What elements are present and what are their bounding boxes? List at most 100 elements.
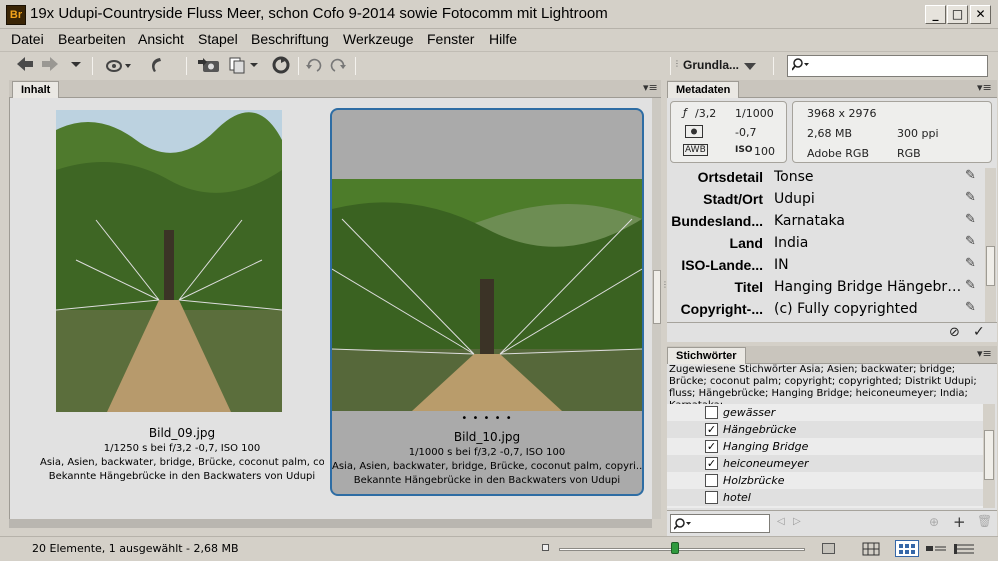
new-keyword-icon[interactable]: + bbox=[953, 513, 966, 531]
thumbnail-filename: Bild_09.jpg bbox=[148, 426, 216, 440]
menu-fenster[interactable]: Fenster bbox=[427, 31, 474, 47]
keyword-checkbox[interactable]: ✓ bbox=[705, 423, 718, 436]
keywords-panel: Stichwörter ▾≡ Zugewiesene Stichwörter A… bbox=[667, 346, 997, 536]
keyword-checkbox[interactable] bbox=[705, 491, 718, 504]
rating-dots[interactable]: • • • • • bbox=[332, 413, 642, 424]
keyword-checkbox[interactable]: ✓ bbox=[705, 457, 718, 470]
metadata-value[interactable]: Tonse bbox=[774, 169, 962, 185]
dimensions-value: 3968 x 2976 bbox=[807, 107, 877, 120]
menu-beschriftung[interactable]: Beschriftung bbox=[251, 31, 329, 47]
back-arrow-icon[interactable] bbox=[16, 56, 34, 76]
thumbnail-card-selected[interactable]: • • • • • Bild_10.jpg 1/1000 s bei f/3,2… bbox=[330, 108, 644, 496]
grid-lock-icon[interactable] bbox=[862, 542, 880, 559]
scrollbar-thumb[interactable] bbox=[986, 246, 995, 286]
aperture-icon: ƒ bbox=[683, 106, 687, 119]
search-input[interactable] bbox=[787, 55, 988, 77]
history-dropdown-icon[interactable] bbox=[68, 56, 84, 76]
forward-arrow-icon[interactable] bbox=[41, 56, 59, 76]
menu-bearbeiten[interactable]: Bearbeiten bbox=[58, 31, 126, 47]
pencil-icon[interactable]: ✎ bbox=[965, 212, 976, 227]
content-vertical-scrollbar[interactable] bbox=[652, 98, 661, 519]
panel-menu-icon[interactable]: ▾≡ bbox=[977, 81, 992, 94]
zoom-out-icon[interactable] bbox=[542, 544, 549, 551]
keyword-checkbox[interactable] bbox=[705, 474, 718, 487]
metadata-row-land: Land India ✎ bbox=[667, 232, 985, 254]
keyword-scrollbar[interactable] bbox=[983, 404, 995, 508]
exposure-value: -0,7 bbox=[735, 126, 757, 139]
view-list-icon[interactable] bbox=[953, 542, 975, 559]
content-panel: Inhalt ▾≡ Bild_09.jpg 1/1250 s bei f/3,2… bbox=[9, 80, 661, 536]
pencil-icon[interactable]: ✎ bbox=[965, 300, 976, 315]
rotate-left-icon[interactable] bbox=[305, 56, 323, 76]
slider-thumb[interactable] bbox=[670, 542, 679, 554]
reveal-recent-icon[interactable] bbox=[104, 56, 132, 76]
maximize-button[interactable]: □ bbox=[947, 5, 968, 24]
minimize-button[interactable]: _ bbox=[925, 5, 946, 24]
keyword-label: Holzbrücke bbox=[723, 474, 785, 487]
pencil-icon[interactable]: ✎ bbox=[965, 278, 976, 293]
keyword-item[interactable]: ✓ Hängebrücke bbox=[667, 421, 983, 438]
menu-werkzeuge[interactable]: Werkzeuge bbox=[343, 31, 414, 47]
thumbnail-image[interactable] bbox=[332, 179, 642, 411]
iso-label: ISO bbox=[735, 145, 753, 155]
metadata-value[interactable]: Karnataka bbox=[774, 213, 962, 229]
new-subkeyword-icon[interactable]: ⊕ bbox=[929, 515, 939, 529]
keyword-checkbox[interactable]: ✓ bbox=[705, 440, 718, 453]
metadata-row-bundesland: Bundesland... Karnataka ✎ bbox=[667, 210, 985, 232]
thumbnail-card[interactable]: Bild_09.jpg 1/1250 s bei f/3,2 -0,7, ISO… bbox=[40, 106, 324, 492]
thumbnail-image[interactable] bbox=[56, 110, 282, 412]
menu-ansicht[interactable]: Ansicht bbox=[138, 31, 184, 47]
rotate-right-icon[interactable] bbox=[329, 56, 347, 76]
next-keyword-icon[interactable]: ▷ bbox=[793, 516, 801, 527]
rotate-photoshop-icon[interactable] bbox=[271, 56, 291, 76]
grip-icon[interactable]: ⋮ bbox=[673, 59, 681, 68]
get-photos-camera-icon[interactable] bbox=[197, 56, 221, 76]
previous-keyword-icon[interactable]: ◁ bbox=[777, 516, 785, 527]
scrollbar-thumb[interactable] bbox=[984, 430, 994, 480]
metadata-value[interactable]: Hanging Bridge Hängebrück... bbox=[774, 279, 962, 295]
boomerang-icon[interactable] bbox=[146, 56, 166, 76]
close-button[interactable]: ✕ bbox=[970, 5, 991, 24]
keywords-tabstrip: Stichwörter ▾≡ bbox=[667, 346, 997, 364]
bridge-app-icon[interactable]: Br bbox=[6, 5, 26, 25]
panel-menu-icon[interactable]: ▾≡ bbox=[977, 347, 992, 360]
content-horizontal-scrollbar[interactable] bbox=[9, 519, 652, 528]
apply-edit-icon[interactable]: ✓ bbox=[973, 324, 985, 340]
pencil-icon[interactable]: ✎ bbox=[965, 168, 976, 183]
pencil-icon[interactable]: ✎ bbox=[965, 234, 976, 249]
thumbnail-size-slider[interactable] bbox=[559, 548, 805, 551]
view-thumbnails-icon[interactable] bbox=[895, 540, 919, 557]
zoom-in-icon[interactable] bbox=[822, 543, 835, 554]
delete-keyword-icon[interactable]: 🗑 bbox=[977, 514, 992, 528]
metadata-value[interactable]: Udupi bbox=[774, 191, 962, 207]
tab-metadaten[interactable]: Metadaten bbox=[667, 81, 740, 98]
tab-inhalt[interactable]: Inhalt bbox=[12, 81, 60, 98]
tab-stichwoerter[interactable]: Stichwörter bbox=[667, 347, 746, 364]
view-details-icon[interactable] bbox=[925, 542, 947, 559]
metadata-value[interactable]: India bbox=[774, 235, 962, 251]
keyword-item[interactable]: gewässer bbox=[667, 404, 983, 421]
refine-dropdown-icon[interactable] bbox=[228, 56, 262, 76]
pencil-icon[interactable]: ✎ bbox=[965, 190, 976, 205]
metadata-value[interactable]: IN bbox=[774, 257, 962, 273]
menu-hilfe[interactable]: Hilfe bbox=[489, 31, 517, 47]
keyword-item[interactable]: ✓ Hanging Bridge bbox=[667, 438, 983, 455]
scrollbar-thumb[interactable] bbox=[653, 270, 661, 324]
pencil-icon[interactable]: ✎ bbox=[965, 256, 976, 271]
cancel-edit-icon[interactable]: ⊘ bbox=[949, 325, 960, 340]
workspace-selector[interactable]: Grundla... bbox=[683, 58, 739, 72]
workspace-dropdown-icon[interactable] bbox=[744, 60, 756, 74]
keyword-item[interactable]: hotel bbox=[667, 489, 983, 506]
menu-stapel[interactable]: Stapel bbox=[198, 31, 238, 47]
panel-menu-icon[interactable]: ▾≡ bbox=[643, 81, 658, 94]
keyword-item[interactable]: Holzbrücke bbox=[667, 472, 983, 489]
menu-datei[interactable]: Datei bbox=[11, 31, 44, 47]
thumbnail-exif: 1/1250 s bei f/3,2 -0,7, ISO 100 bbox=[103, 443, 261, 454]
keyword-checkbox[interactable] bbox=[705, 406, 718, 419]
metadata-value[interactable]: (c) Fully copyrighted bbox=[774, 301, 962, 317]
toolbar-separator bbox=[670, 57, 671, 75]
keyword-search-input[interactable] bbox=[670, 514, 770, 533]
metadata-scrollbar[interactable] bbox=[985, 168, 996, 322]
search-icon[interactable] bbox=[791, 57, 810, 77]
keyword-item[interactable]: ✓ heiconeumeyer bbox=[667, 455, 983, 472]
